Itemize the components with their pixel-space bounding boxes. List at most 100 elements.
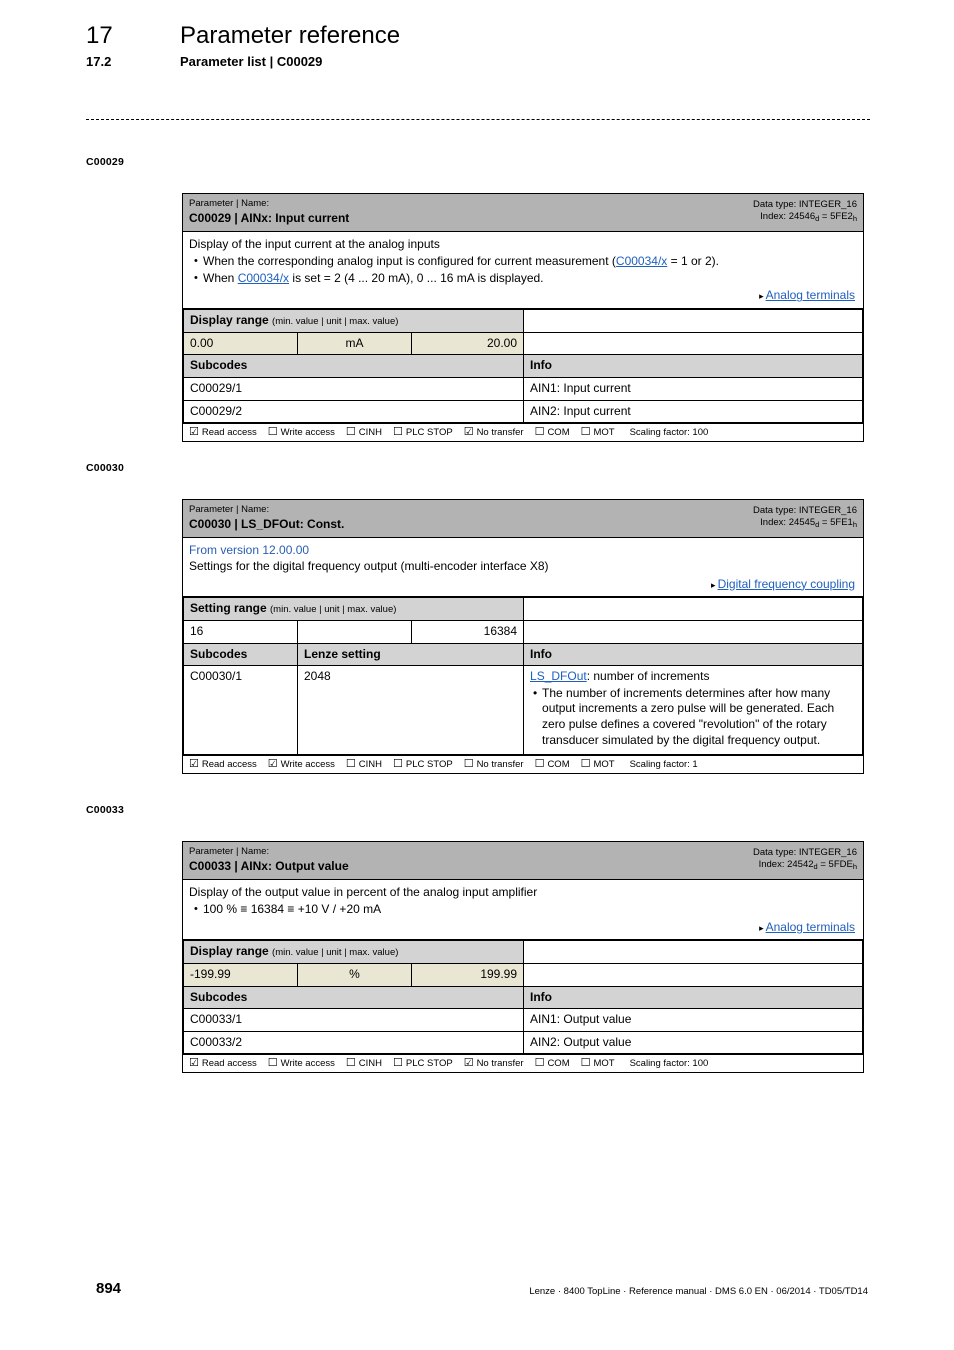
subcodes-header-row: Subcodes Info	[182, 985, 863, 1010]
range-unit: %	[297, 962, 412, 987]
parameter-grid: Display range (min. value | unit | max. …	[182, 940, 863, 1055]
flag-cinh[interactable]: ☐ CINH	[345, 426, 382, 439]
flag-read-access[interactable]: ☑ Read access	[189, 1058, 257, 1070]
parameter-band: Parameter | Name: C00033 | AINx: Output v…	[183, 842, 863, 880]
range-header-row: Display range (min. value | unit | max. …	[182, 940, 863, 964]
flag-com[interactable]: ☐ COM	[535, 1058, 570, 1070]
flag-cinh[interactable]: ☐ CINH	[346, 759, 382, 771]
flag-label: No transfer	[476, 1058, 524, 1070]
access-flags: ☑ Read access ☑ Write access ☐ CINH ☐ PLC STOP ☐…	[183, 755, 863, 773]
cross-reference: ▸ Digital frequency coupling	[189, 577, 857, 593]
flag-label: Write access	[280, 759, 335, 771]
flag-write-access[interactable]: ☑ Write access	[268, 759, 335, 771]
page-header: 17 Parameter reference 17.2 Parameter li…	[86, 22, 876, 69]
parameter-description: Display of the output value in percent o…	[183, 880, 863, 941]
row-subcode: C00029/1	[182, 376, 525, 401]
range-values-spacer	[523, 619, 863, 644]
xref-link[interactable]: Digital frequency coupling	[718, 577, 855, 591]
description-bullet: When C00034/x is set = 2 (4 ... 20 mA), …	[194, 271, 857, 287]
flag-mot[interactable]: ☐ MOT	[581, 1058, 615, 1070]
flag-mot[interactable]: ☐ MOT	[580, 758, 615, 771]
row-subcode: C00029/2	[182, 399, 525, 424]
range-values-spacer	[523, 331, 863, 356]
row-subcode: C00030/1	[183, 665, 298, 756]
description-lead: Settings for the digital frequency outpu…	[189, 558, 549, 573]
description-bullet: 100 % ≡ 16384 ≡ +10 V / +20 mA	[194, 902, 857, 918]
parameter-table-c00029: Parameter | Name: C00029 | AINx: Input cu…	[182, 193, 864, 443]
footer-imprint: Lenze · 8400 TopLine · Reference manual …	[529, 1286, 868, 1297]
flag-write-access[interactable]: ☐ Write access	[267, 426, 335, 439]
flag-label: CINH	[358, 427, 382, 439]
flag-no-transfer[interactable]: ☑ No transfer	[463, 1057, 524, 1070]
parameter-band: Parameter | Name: C00030 | LS_DFOut: Cons…	[183, 500, 863, 538]
flag-plc-stop[interactable]: ☐ PLC STOP	[393, 427, 453, 439]
range-max: 199.99	[410, 962, 525, 987]
flag-plc-stop[interactable]: ☐ PLC STOP	[393, 759, 453, 771]
parameter-table-c00033: Parameter | Name: C00033 | AINx: Output v…	[182, 841, 864, 1074]
range-header-row: Setting range (min. value | unit | max. …	[182, 597, 863, 621]
parameter-caption: Parameter | Name:	[189, 846, 270, 857]
checkbox-icon: ☐	[534, 426, 545, 439]
range-header-hint: (min. value | unit | max. value)	[272, 947, 399, 959]
checkbox-icon: ☑	[463, 1057, 474, 1070]
flag-com[interactable]: ☐ COM	[534, 426, 570, 439]
flag-com[interactable]: ☐ COM	[534, 758, 570, 771]
description-bullets: 100 % ≡ 16384 ≡ +10 V / +20 mA	[189, 902, 857, 918]
parameter-description: Display of the input current at the anal…	[183, 232, 863, 310]
xref-link[interactable]: Analog terminals	[766, 288, 855, 302]
flag-label: Write access	[280, 427, 335, 439]
parameter-identity: Parameter | Name: C00029 | AINx: Input cu…	[189, 198, 349, 226]
description-lead: Display of the input current at the anal…	[189, 236, 440, 251]
flag-read-access[interactable]: ☑ Read access	[189, 759, 257, 771]
checkbox-icon: ☐	[580, 758, 591, 771]
flag-no-transfer[interactable]: ☐ No transfer	[464, 759, 524, 771]
header-section-row: 17.2 Parameter list | C00029	[86, 54, 876, 69]
range-min: -199.99	[183, 962, 298, 987]
parameter-grid: Display range (min. value | unit | max. …	[182, 309, 863, 424]
param-link[interactable]: C00034/x	[616, 254, 667, 268]
parameter-grid: Setting range (min. value | unit | max. …	[182, 597, 863, 756]
checkbox-icon: ☐	[345, 426, 356, 439]
range-min: 0.00	[183, 331, 298, 356]
flag-label: Read access	[201, 427, 257, 439]
parameter-name: C00029 | AINx: Input current	[189, 210, 350, 225]
xref-link[interactable]: Analog terminals	[766, 920, 855, 934]
row-info: AIN1: Output value	[523, 1008, 863, 1032]
range-values-spacer	[523, 962, 863, 987]
checkbox-icon: ☐	[534, 758, 545, 771]
parameter-meta: Data type: INTEGER_16 Index: 24545d = 5FE…	[753, 504, 857, 532]
xref-arrow-icon: ▸	[711, 579, 716, 590]
flag-label: PLC STOP	[405, 759, 453, 771]
flag-label: PLC STOP	[405, 427, 453, 439]
parameter-datatype: Data type: INTEGER_16	[752, 847, 857, 858]
flag-label: COM	[547, 759, 570, 771]
subcodes-col-header: Subcodes	[183, 642, 298, 667]
parameter-identity: Parameter | Name: C00030 | LS_DFOut: Cons…	[189, 504, 344, 532]
parameter-name: C00030 | LS_DFOut: Const.	[189, 516, 345, 531]
range-header-spacer	[523, 597, 863, 621]
param-link[interactable]: LS_DFOut	[530, 669, 587, 683]
subcodes-col-header: Subcodes	[182, 985, 525, 1010]
lenze-setting-col-header: Lenze setting	[296, 642, 525, 667]
table-row: C00033/1 AIN1: Output value	[182, 1008, 863, 1032]
flag-no-transfer[interactable]: ☑ No transfer	[464, 427, 524, 439]
flag-label: MOT	[593, 1058, 615, 1070]
checkbox-icon: ☑	[189, 426, 199, 439]
flag-mot[interactable]: ☐ MOT	[581, 427, 615, 439]
row-info: AIN2: Output value	[523, 1030, 863, 1055]
param-link[interactable]: C00034/x	[238, 271, 289, 285]
footer-page-number: 894	[96, 1280, 122, 1297]
cross-reference: ▸ Analog terminals	[189, 288, 857, 304]
range-header-hint: (min. value | unit | max. value)	[270, 604, 397, 616]
flag-cinh[interactable]: ☐ CINH	[346, 1058, 382, 1070]
range-header-spacer	[523, 940, 863, 964]
range-values-row: 16 16384	[183, 619, 863, 644]
checkbox-icon: ☐	[267, 426, 278, 439]
flag-label: COM	[547, 1058, 570, 1070]
flag-read-access[interactable]: ☑ Read access	[189, 426, 257, 439]
row-info: LS_DFOut: number of incrementsThe number…	[523, 665, 863, 756]
flag-plc-stop[interactable]: ☐ PLC STOP	[393, 1058, 453, 1070]
parameter-datatype: Data type: INTEGER_16	[752, 199, 857, 210]
info-col-header: Info	[523, 354, 863, 378]
flag-write-access[interactable]: ☐ Write access	[268, 1058, 335, 1070]
